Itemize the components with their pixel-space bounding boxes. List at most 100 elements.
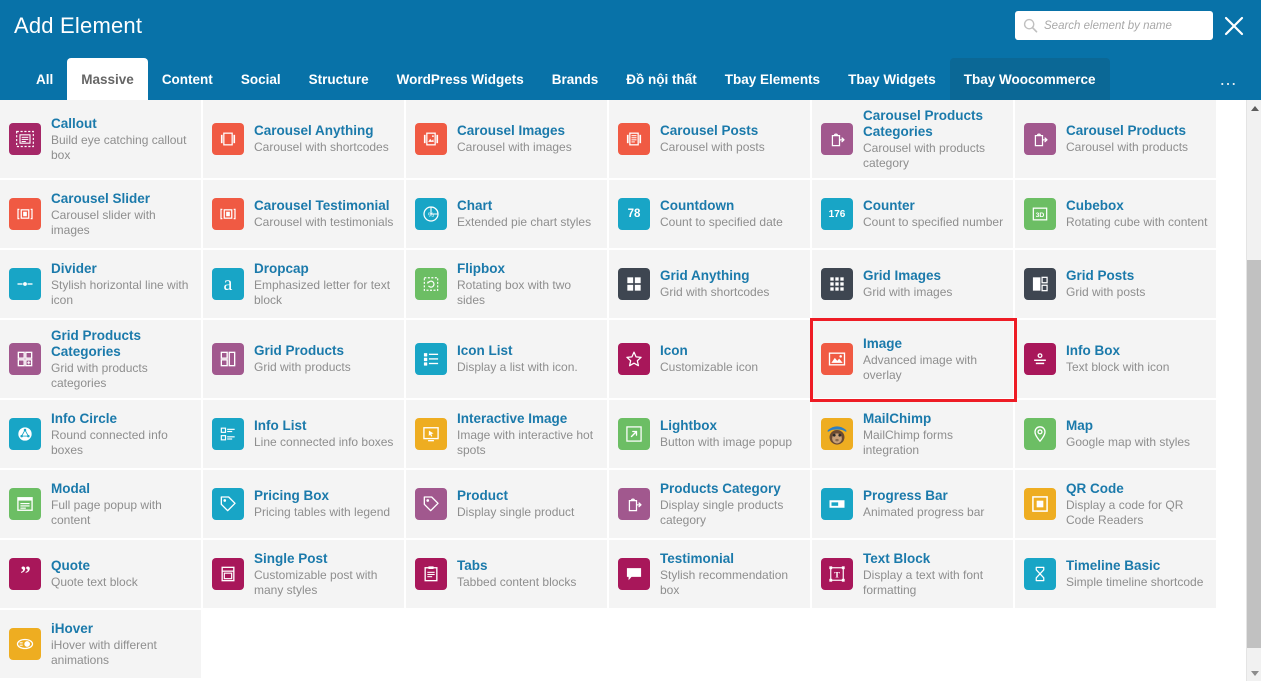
element-card[interactable]: Callout Build eye catching callout box [0,100,203,180]
search-input[interactable] [1044,19,1204,32]
tab-all[interactable]: All [22,58,67,100]
close-button[interactable] [1220,12,1248,40]
element-title[interactable]: QR Code [1066,481,1210,497]
tab-structure[interactable]: Structure [295,58,383,100]
element-title[interactable]: Carousel Products [1066,123,1188,139]
scrollbar-thumb[interactable] [1247,260,1261,648]
element-title[interactable]: Quote [51,558,138,574]
element-title[interactable]: Flipbox [457,261,601,277]
element-card[interactable]: Carousel Slider Carousel slider with imag… [0,180,203,250]
element-title[interactable]: iHover [51,621,195,637]
search-box[interactable] [1015,11,1213,40]
vertical-scrollbar[interactable] [1246,100,1261,681]
element-card[interactable]: T Text Block Display a text with font form… [812,540,1015,610]
element-title[interactable]: Dropcap [254,261,398,277]
tab-tbay-woocommerce[interactable]: Tbay Woocommerce [949,58,1110,100]
element-title[interactable]: Carousel Posts [660,123,765,139]
element-card[interactable]: Divider Stylish horizontal line with icon [0,250,203,320]
element-card[interactable]: Icon Customizable icon [609,320,812,400]
element-title[interactable]: Divider [51,261,195,277]
element-card[interactable]: Products Category Display single products… [609,470,812,540]
element-card[interactable]: Grid Posts Grid with posts [1015,250,1218,320]
element-card[interactable]: Modal Full page popup with content [0,470,203,540]
element-card[interactable]: Icon List Display a list with icon. [406,320,609,400]
element-title[interactable]: Icon List [457,343,578,359]
element-title[interactable]: Tabs [457,558,576,574]
element-card[interactable]: 78 Countdown Count to specified date [609,180,812,250]
element-card[interactable]: Testimonial Stylish recommendation box [609,540,812,610]
element-card[interactable]: Info List Line connected info boxes [203,400,406,470]
element-card[interactable]: ” Quote Quote text block [0,540,203,610]
element-card[interactable]: QR Code Display a code for QR Code Reader… [1015,470,1218,540]
element-title[interactable]: Map [1066,418,1190,434]
element-title[interactable]: Carousel Slider [51,191,195,207]
tab-content[interactable]: Content [148,58,227,100]
element-card[interactable]: Info Box Text block with icon [1015,320,1218,400]
element-card[interactable]: Carousel Anything Carousel with shortcode… [203,100,406,180]
element-title[interactable]: Grid Anything [660,268,769,284]
element-card[interactable]: 3D Cubebox Rotating cube with content [1015,180,1218,250]
tab-tbay-widgets[interactable]: Tbay Widgets [834,58,950,100]
element-title[interactable]: Product [457,488,574,504]
element-title[interactable]: Single Post [254,551,398,567]
element-title[interactable]: Grid Products [254,343,351,359]
tab-social[interactable]: Social [227,58,295,100]
element-title[interactable]: Callout [51,116,195,132]
element-card[interactable]: MailChimp MailChimp forms integration [812,400,1015,470]
element-card[interactable]: Single Post Customizable post with many s… [203,540,406,610]
element-title[interactable]: Modal [51,481,195,497]
element-title[interactable]: Carousel Products Categories [863,108,1007,140]
element-card[interactable]: Carousel Products Carousel with products [1015,100,1218,180]
scroll-up-arrow[interactable] [1247,100,1261,116]
element-title[interactable]: Carousel Images [457,123,572,139]
element-title[interactable]: Text Block [863,551,1007,567]
more-tabs-button[interactable]: … [1219,58,1239,100]
element-card[interactable]: Grid Anything Grid with shortcodes [609,250,812,320]
element-card[interactable]: iHover iHover with different animations [0,610,203,680]
element-card[interactable]: Progress Bar Animated progress bar [812,470,1015,540]
element-title[interactable]: Interactive Image [457,411,601,427]
tab-brands[interactable]: Brands [538,58,613,100]
element-card[interactable]: 176 Counter Count to specified number [812,180,1015,250]
tab-n-i-th-t[interactable]: Đồ nội thất [612,58,711,100]
element-title[interactable]: Info List [254,418,393,434]
element-card[interactable]: Image Advanced image with overlay [810,318,1017,402]
element-title[interactable]: MailChimp [863,411,1007,427]
element-card[interactable]: Info Circle Round connected info boxes [0,400,203,470]
element-title[interactable]: Timeline Basic [1066,558,1203,574]
element-title[interactable]: Info Box [1066,343,1169,359]
element-card[interactable]: Carousel Posts Carousel with posts [609,100,812,180]
element-card[interactable]: Tabs Tabbed content blocks [406,540,609,610]
tab-massive[interactable]: Massive [67,58,148,100]
element-card[interactable]: Carousel Testimonial Carousel with testim… [203,180,406,250]
element-title[interactable]: Icon [660,343,758,359]
tab-wordpress-widgets[interactable]: WordPress Widgets [383,58,538,100]
element-card[interactable]: Pricing Box Pricing tables with legend [203,470,406,540]
element-title[interactable]: Testimonial [660,551,804,567]
element-card[interactable]: Grid Images Grid with images [812,250,1015,320]
element-title[interactable]: Progress Bar [863,488,984,504]
element-title[interactable]: Grid Posts [1066,268,1145,284]
element-card[interactable]: Flipbox Rotating box with two sides [406,250,609,320]
element-title[interactable]: Counter [863,198,1003,214]
element-title[interactable]: Countdown [660,198,783,214]
element-title[interactable]: Chart [457,198,591,214]
scroll-down-arrow[interactable] [1247,665,1261,681]
element-card[interactable]: Grid Products Grid with products [203,320,406,400]
element-card[interactable]: % Chart Extended pie chart styles [406,180,609,250]
element-card[interactable]: Product Display single product [406,470,609,540]
element-card[interactable]: Carousel Products Categories Carousel wit… [812,100,1015,180]
element-title[interactable]: Image [863,336,1007,352]
element-title[interactable]: Carousel Testimonial [254,198,393,214]
element-card[interactable]: Lightbox Button with image popup [609,400,812,470]
element-title[interactable]: Lightbox [660,418,792,434]
element-card[interactable]: Carousel Images Carousel with images [406,100,609,180]
element-title[interactable]: Cubebox [1066,198,1207,214]
element-card[interactable]: Timeline Basic Simple timeline shortcode [1015,540,1218,610]
element-title[interactable]: Pricing Box [254,488,390,504]
element-card[interactable]: Grid Products Categories Grid with produc… [0,320,203,400]
element-card[interactable]: a Dropcap Emphasized letter for text block [203,250,406,320]
element-card[interactable]: Map Google map with styles [1015,400,1218,470]
element-title[interactable]: Products Category [660,481,804,497]
element-card[interactable]: Interactive Image Image with interactive … [406,400,609,470]
